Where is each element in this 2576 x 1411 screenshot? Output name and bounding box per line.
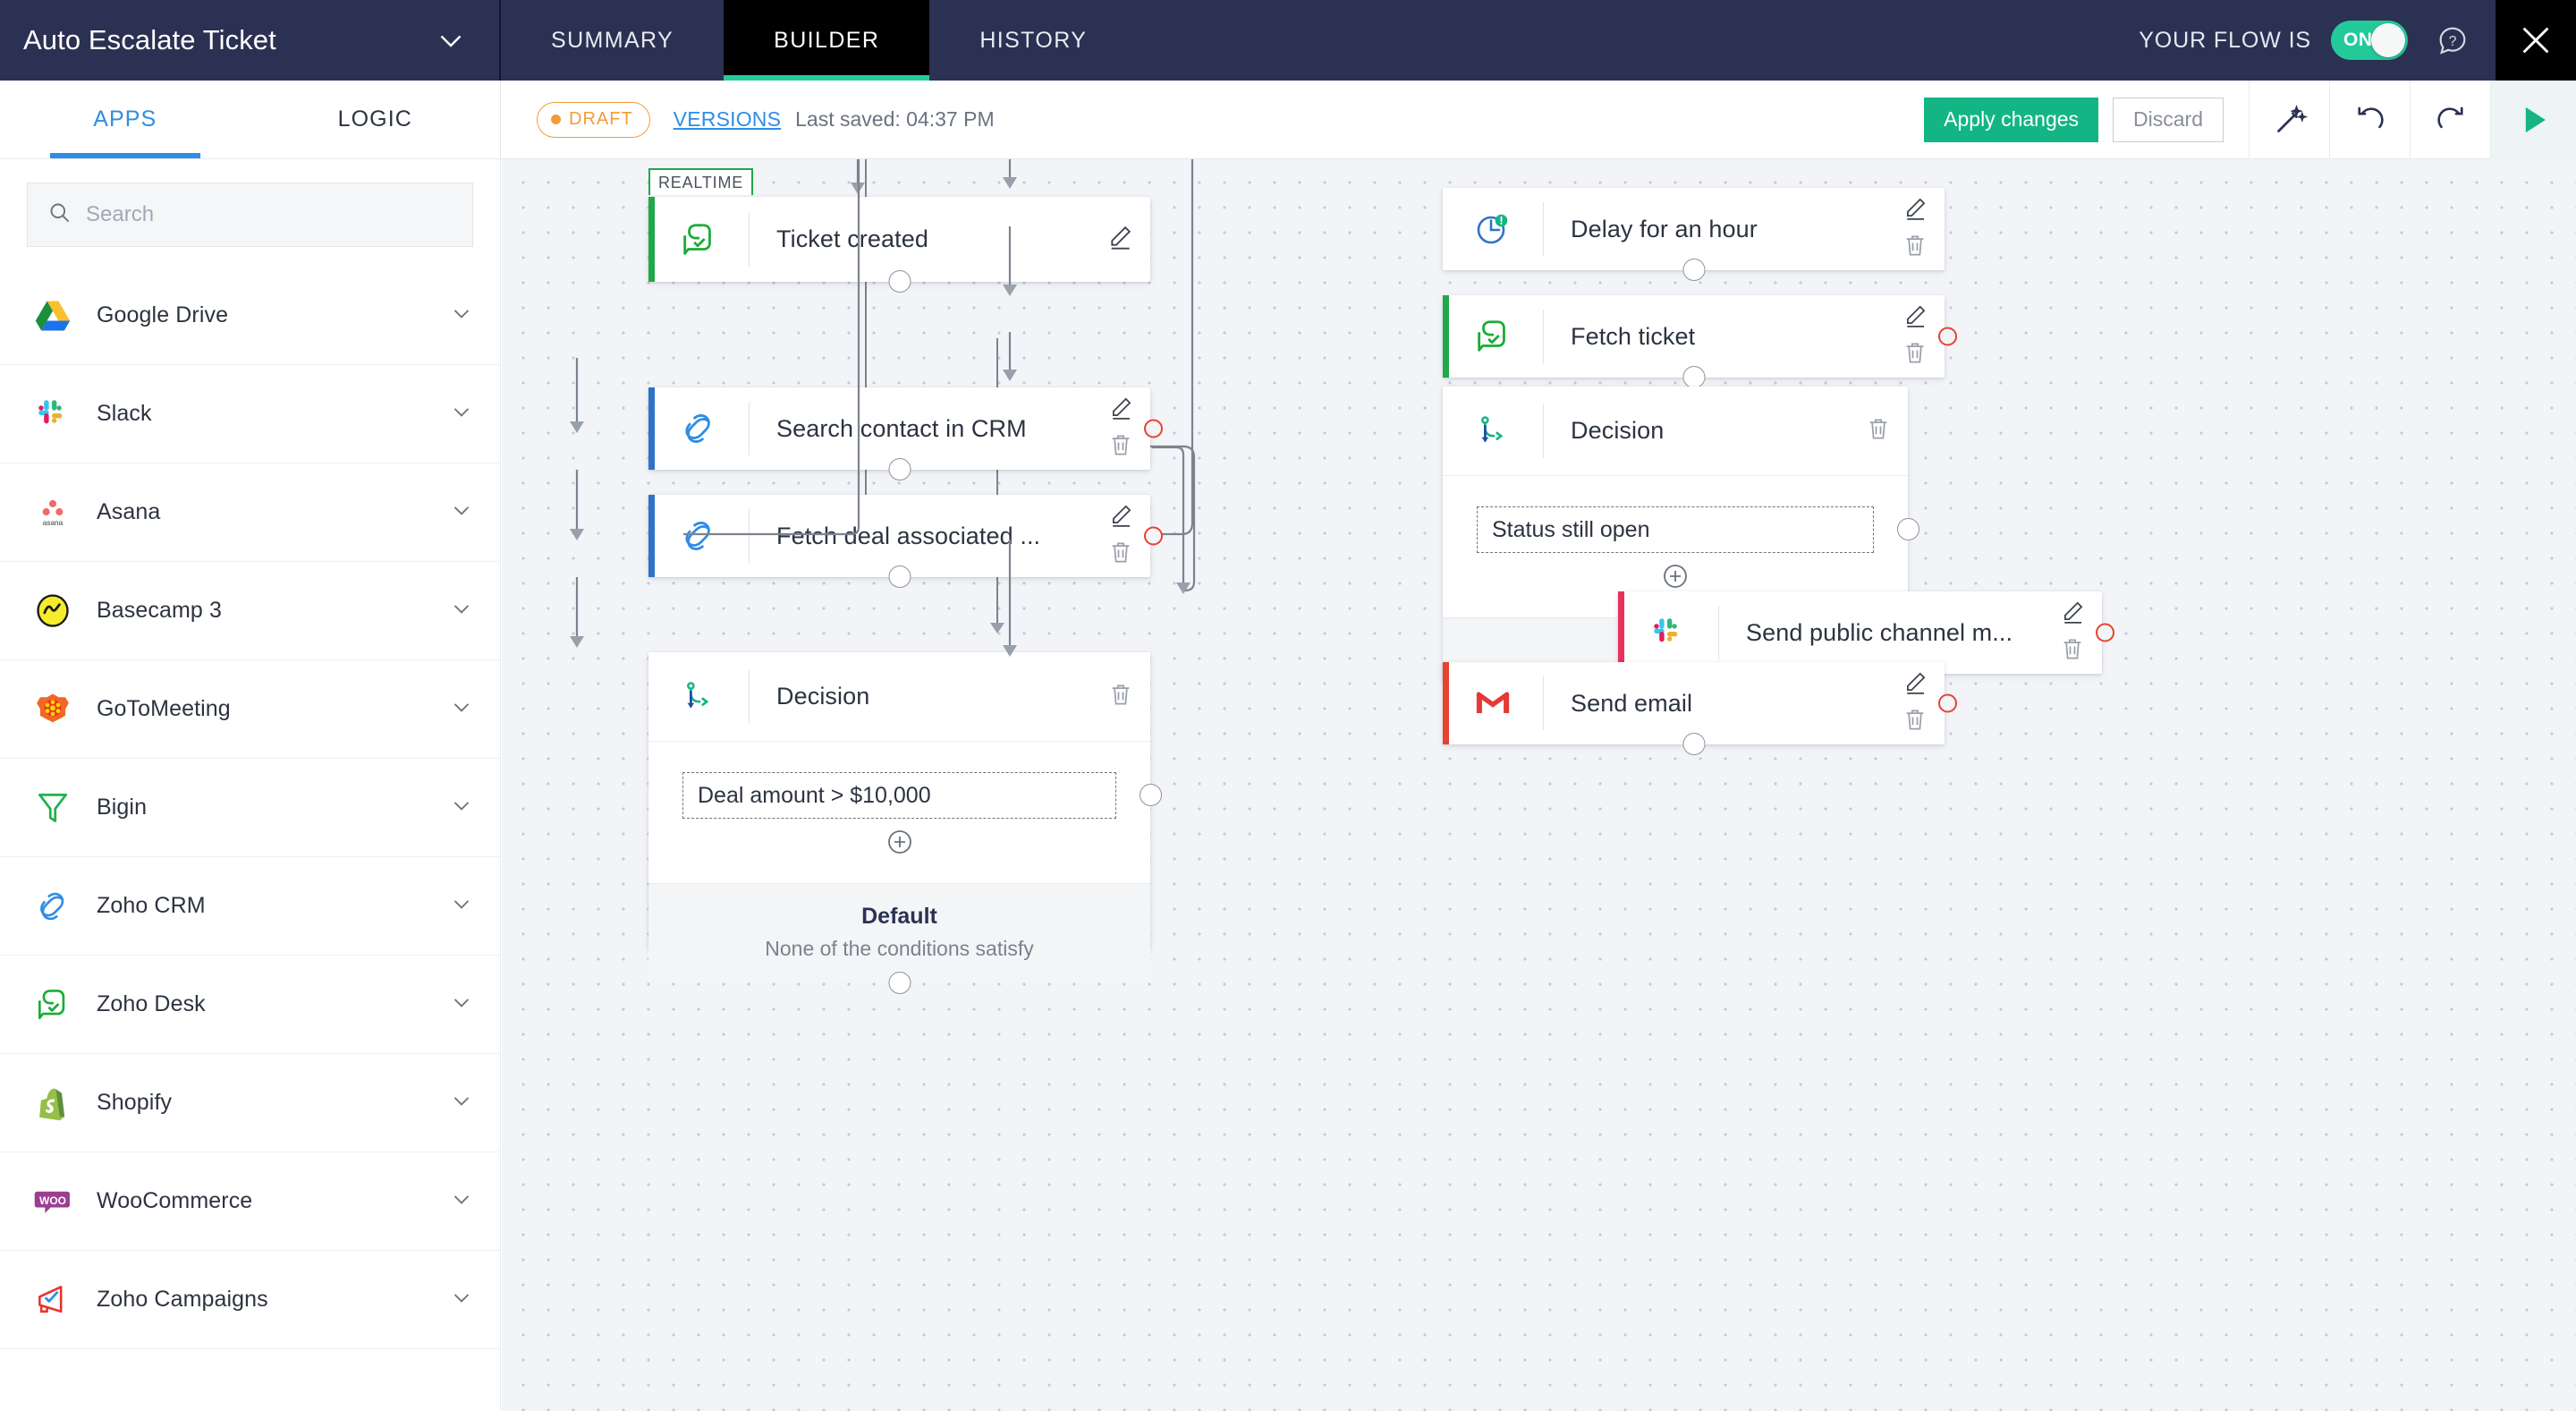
sidebar-tabs: APPS LOGIC xyxy=(0,81,500,159)
run-play-icon[interactable] xyxy=(2490,80,2576,159)
app-label: Asana xyxy=(97,499,161,524)
search-box[interactable] xyxy=(27,183,473,247)
search-icon xyxy=(47,200,72,229)
tab-summary-label: SUMMARY xyxy=(551,27,674,53)
svg-text:?: ? xyxy=(2449,34,2457,49)
apps-list: Google Drive Slack asana Asana Basecamp … xyxy=(0,267,500,1349)
app-label: Basecamp 3 xyxy=(97,598,222,623)
sidebar-search-wrap xyxy=(0,159,500,267)
tab-builder[interactable]: BUILDER xyxy=(724,0,930,81)
google-drive-icon xyxy=(23,296,82,336)
left-sidebar: APPS LOGIC Google Drive xyxy=(0,81,501,1411)
app-item-zoho-crm[interactable]: Zoho CRM xyxy=(0,857,500,956)
svg-text:asana: asana xyxy=(43,518,64,526)
gotomeeting-icon xyxy=(23,691,82,728)
chevron-down-icon[interactable] xyxy=(448,792,475,823)
app-label: GoToMeeting xyxy=(97,696,231,721)
sidebar-tab-logic[interactable]: LOGIC xyxy=(250,81,501,158)
search-input[interactable] xyxy=(86,202,453,227)
app-item-bigin[interactable]: Bigin xyxy=(0,759,500,857)
connector-overlay xyxy=(570,159,1191,657)
apply-changes-button[interactable]: Apply changes xyxy=(1924,97,2099,142)
chevron-down-icon[interactable] xyxy=(448,1186,475,1217)
app-item-asana[interactable]: asana Asana xyxy=(0,463,500,562)
basecamp-icon xyxy=(23,591,82,631)
chevron-down-icon[interactable] xyxy=(448,989,475,1020)
chevron-down-icon[interactable] xyxy=(435,24,467,56)
chevron-down-icon[interactable] xyxy=(448,693,475,725)
zoho-crm-icon xyxy=(23,887,82,926)
sidebar-tab-apps[interactable]: APPS xyxy=(0,81,250,158)
chevron-down-icon[interactable] xyxy=(448,890,475,922)
shopify-icon xyxy=(23,1084,82,1122)
chevron-down-icon[interactable] xyxy=(448,497,475,528)
woocommerce-icon: WOO xyxy=(23,1181,82,1222)
app-label: Zoho Campaigns xyxy=(97,1287,268,1312)
flow-title-dropdown[interactable]: Auto Escalate Ticket xyxy=(0,0,501,81)
main-tabs: SUMMARY BUILDER HISTORY xyxy=(501,0,1137,81)
app-label: Zoho Desk xyxy=(97,991,206,1016)
tab-summary[interactable]: SUMMARY xyxy=(501,0,724,81)
chevron-down-icon[interactable] xyxy=(448,1087,475,1118)
app-label: Bigin xyxy=(97,795,148,820)
draft-dot-icon xyxy=(551,114,561,124)
header-right-controls: YOUR FLOW IS ON ? xyxy=(2139,0,2576,81)
slack-icon xyxy=(23,395,82,433)
sidebar-tab-apps-label: APPS xyxy=(93,106,157,132)
app-item-gotomeeting[interactable]: GoToMeeting xyxy=(0,660,500,759)
app-label: Zoho CRM xyxy=(97,893,206,918)
chevron-down-icon[interactable] xyxy=(448,1284,475,1315)
status-badge: DRAFT xyxy=(537,101,650,138)
app-label: Slack xyxy=(97,401,152,426)
app-item-zoho-desk[interactable]: Zoho Desk xyxy=(0,956,500,1054)
last-saved-text: Last saved: 04:37 PM xyxy=(795,107,995,131)
asana-icon: asana xyxy=(23,493,82,532)
chevron-down-icon[interactable] xyxy=(448,398,475,429)
toggle-state-label: ON xyxy=(2343,30,2373,50)
svg-text:WOO: WOO xyxy=(39,1194,66,1206)
toggle-knob xyxy=(2371,23,2405,57)
builder-toolbar: DRAFT VERSIONS Last saved: 04:37 PM Appl… xyxy=(501,80,2576,159)
app-item-basecamp-3[interactable]: Basecamp 3 xyxy=(0,562,500,660)
versions-link[interactable]: VERSIONS xyxy=(674,107,781,132)
redo-icon[interactable] xyxy=(2410,80,2490,159)
app-item-shopify[interactable]: Shopify xyxy=(0,1054,500,1152)
zoho-campaigns-icon xyxy=(23,1280,82,1320)
chevron-down-icon[interactable] xyxy=(448,595,475,626)
flow-title: Auto Escalate Ticket xyxy=(23,24,276,55)
app-label: Shopify xyxy=(97,1090,173,1115)
discard-button[interactable]: Discard xyxy=(2113,97,2224,142)
status-badge-label: DRAFT xyxy=(569,108,633,129)
magic-wand-icon[interactable] xyxy=(2249,80,2329,159)
app-item-slack[interactable]: Slack xyxy=(0,365,500,463)
tab-builder-label: BUILDER xyxy=(774,27,880,53)
undo-icon[interactable] xyxy=(2329,80,2410,159)
flow-on-off-toggle[interactable]: ON xyxy=(2331,21,2408,60)
app-item-zoho-campaigns[interactable]: Zoho Campaigns xyxy=(0,1251,500,1349)
chevron-down-icon[interactable] xyxy=(448,300,475,331)
zoho-desk-icon xyxy=(23,985,82,1024)
app-item-woocommerce[interactable]: WOO WooCommerce xyxy=(0,1152,500,1251)
tab-history-label: HISTORY xyxy=(979,27,1088,53)
flow-status-label: YOUR FLOW IS xyxy=(2139,27,2311,53)
app-label: Google Drive xyxy=(97,302,229,327)
tab-history[interactable]: HISTORY xyxy=(929,0,1137,81)
sidebar-tab-logic-label: LOGIC xyxy=(337,106,412,132)
bigin-icon xyxy=(23,788,82,828)
close-icon[interactable] xyxy=(2496,0,2576,81)
app-label: WooCommerce xyxy=(97,1188,253,1213)
help-question-icon[interactable]: ? xyxy=(2435,22,2470,58)
flow-builder-canvas[interactable]: REALTIME Ticket created Search contact i… xyxy=(502,159,2576,1411)
top-header-bar: Auto Escalate Ticket SUMMARY BUILDER HIS… xyxy=(0,0,2576,81)
app-item-google-drive[interactable]: Google Drive xyxy=(0,267,500,365)
